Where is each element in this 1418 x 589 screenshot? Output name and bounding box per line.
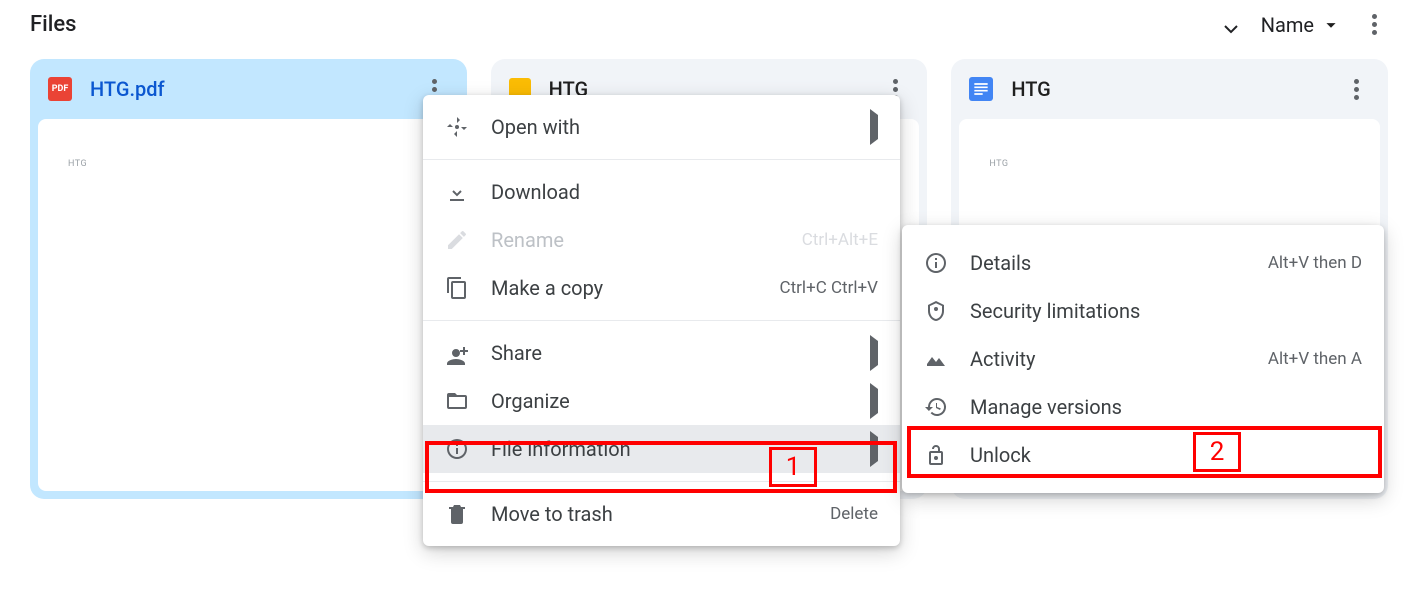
submenu-security[interactable]: Security limitations: [902, 287, 1384, 335]
submenu-unlock[interactable]: Unlock: [902, 431, 1384, 479]
menu-separator: [423, 159, 900, 160]
submenu-arrow-icon: [870, 437, 878, 461]
menu-label: Make a copy: [491, 276, 758, 300]
file-card[interactable]: PDF HTG.pdf HTG: [30, 59, 467, 499]
submenu-arrow-icon: [870, 115, 878, 139]
activity-icon: [924, 347, 948, 371]
submenu-arrow-icon: [870, 389, 878, 413]
sort-direction-button[interactable]: [1219, 13, 1243, 37]
menu-label: Details: [970, 251, 1246, 275]
file-info-submenu: Details Alt+V then D Security limitation…: [902, 225, 1384, 493]
info-icon: [924, 251, 948, 275]
menu-label: Share: [491, 341, 840, 365]
menu-label: Manage versions: [970, 395, 1362, 419]
menu-label: Organize: [491, 389, 840, 413]
preview-text: HTG: [989, 159, 1008, 169]
files-header: Files Name: [0, 0, 1418, 49]
menu-label: Security limitations: [970, 299, 1362, 323]
rename-icon: [445, 228, 469, 252]
menu-open-with[interactable]: Open with: [423, 103, 900, 151]
preview-text: HTG: [68, 159, 87, 169]
page-title: Files: [30, 12, 76, 37]
copy-icon: [445, 276, 469, 300]
kebab-icon: [1354, 79, 1359, 100]
sort-by-button[interactable]: Name: [1261, 13, 1342, 37]
menu-shortcut: Alt+V then A: [1268, 349, 1362, 369]
menu-separator: [423, 320, 900, 321]
history-icon: [924, 395, 948, 419]
file-card-header: HTG: [951, 59, 1388, 119]
menu-label: Activity: [970, 347, 1246, 371]
arrow-down-icon: [1219, 13, 1243, 37]
menu-separator: [423, 481, 900, 482]
menu-organize[interactable]: Organize: [423, 377, 900, 425]
file-name: HTG.pdf: [90, 77, 403, 101]
menu-label: Move to trash: [491, 502, 808, 526]
menu-label: Open with: [491, 115, 840, 139]
kebab-icon: [1372, 14, 1377, 35]
shield-icon: [924, 299, 948, 323]
docs-icon: [969, 77, 993, 101]
submenu-details[interactable]: Details Alt+V then D: [902, 239, 1384, 287]
folder-icon: [445, 389, 469, 413]
header-actions: Name: [1219, 13, 1388, 37]
menu-shortcut: Ctrl+Alt+E: [802, 230, 878, 250]
sort-by-label: Name: [1261, 13, 1314, 37]
caret-down-icon: [1320, 14, 1342, 36]
menu-label: Rename: [491, 228, 780, 252]
file-preview: HTG: [38, 119, 459, 491]
trash-icon: [445, 502, 469, 526]
menu-rename: Rename Ctrl+Alt+E: [423, 216, 900, 264]
menu-share[interactable]: Share: [423, 329, 900, 377]
file-name: HTG: [1011, 77, 1324, 101]
menu-shortcut: Alt+V then D: [1268, 253, 1362, 273]
menu-shortcut: Ctrl+C Ctrl+V: [780, 278, 878, 298]
unlock-icon: [924, 443, 948, 467]
menu-shortcut: Delete: [830, 504, 878, 524]
menu-download[interactable]: Download: [423, 168, 900, 216]
menu-label: Unlock: [970, 443, 1362, 467]
pdf-icon: PDF: [48, 77, 72, 101]
share-icon: [445, 341, 469, 365]
menu-move-to-trash[interactable]: Move to trash Delete: [423, 490, 900, 538]
open-with-icon: [445, 115, 469, 139]
menu-label: Download: [491, 180, 878, 204]
menu-file-information[interactable]: File information: [423, 425, 900, 473]
submenu-manage-versions[interactable]: Manage versions: [902, 383, 1384, 431]
context-menu: Open with Download Rename Ctrl+Alt+E Mak…: [423, 95, 900, 546]
menu-label: File information: [491, 437, 840, 461]
submenu-arrow-icon: [870, 341, 878, 365]
download-icon: [445, 180, 469, 204]
file-more-button[interactable]: [1342, 79, 1370, 100]
info-icon: [445, 437, 469, 461]
submenu-activity[interactable]: Activity Alt+V then A: [902, 335, 1384, 383]
menu-make-copy[interactable]: Make a copy Ctrl+C Ctrl+V: [423, 264, 900, 312]
more-options-button[interactable]: [1360, 14, 1388, 35]
file-card-header: PDF HTG.pdf: [30, 59, 467, 119]
